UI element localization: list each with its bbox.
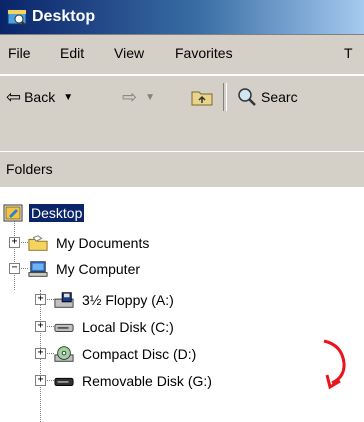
up-folder-icon <box>191 91 213 106</box>
folders-pane-header: Folders <box>0 151 364 188</box>
address-bar-area <box>0 120 364 151</box>
tree-label-desktop: Desktop <box>29 204 85 222</box>
floppy-drive-icon <box>54 292 74 308</box>
window-title: Desktop <box>32 8 96 25</box>
menu-favorites[interactable]: Favorites <box>175 45 233 61</box>
forward-arrow-icon: ⇨ <box>122 86 138 107</box>
menu-view[interactable]: View <box>114 45 144 61</box>
tree-item-floppy[interactable]: 3½ Floppy (A:) <box>54 287 176 313</box>
tree-label-my-documents: My Documents <box>56 235 150 251</box>
folder-tree: Desktop + My Documents − My Computer + 3… <box>0 187 364 422</box>
tree-item-removable-disk[interactable]: Removable Disk (G:) <box>54 368 214 394</box>
expand-toggle[interactable]: + <box>35 321 46 332</box>
annotation-arrow-icon <box>323 339 346 390</box>
expand-toggle[interactable]: + <box>35 375 46 386</box>
my-computer-icon <box>28 261 48 277</box>
tree-item-local-disk[interactable]: Local Disk (C:) <box>54 314 176 340</box>
back-dropdown-icon[interactable]: ▼ <box>63 92 73 103</box>
menu-bar: File Edit View Favorites T <box>0 34 364 75</box>
my-documents-folder-icon <box>28 235 48 251</box>
search-icon <box>238 88 256 106</box>
menu-edit[interactable]: Edit <box>60 45 84 61</box>
tree-label-my-computer: My Computer <box>56 261 141 277</box>
toolbar: ⇦ Back ▼ ⇨ ▼ Searc <box>0 75 364 121</box>
removable-disk-icon <box>54 377 74 386</box>
tree-item-compact-disc[interactable]: Compact Disc (D:) <box>54 341 198 367</box>
back-button[interactable]: ⇦ Back ▼ <box>6 82 73 112</box>
toolbar-separator <box>223 83 227 111</box>
search-label: Searc <box>261 89 298 105</box>
hard-disk-icon <box>54 323 74 332</box>
tree-label-compact-disc: Compact Disc (D:) <box>82 346 197 362</box>
forward-dropdown-icon[interactable]: ▼ <box>145 92 155 103</box>
menu-file[interactable]: File <box>8 45 31 61</box>
desktop-icon <box>3 204 23 222</box>
expand-toggle[interactable]: + <box>35 348 46 359</box>
back-arrow-icon: ⇦ <box>6 86 22 107</box>
tree-item-my-computer[interactable]: My Computer <box>28 256 142 282</box>
explorer-window-icon <box>7 9 27 26</box>
expand-toggle[interactable]: + <box>35 294 46 305</box>
search-button[interactable]: Searc <box>236 82 298 112</box>
folders-title: Folders <box>6 161 53 177</box>
tree-label-local-disk: Local Disk (C:) <box>82 319 174 335</box>
tree-item-my-documents[interactable]: My Documents <box>28 230 151 256</box>
collapse-toggle[interactable]: − <box>9 263 20 274</box>
expand-toggle[interactable]: + <box>9 237 20 248</box>
cd-drive-icon <box>54 346 74 362</box>
up-folder-button[interactable] <box>190 82 214 112</box>
title-bar: Desktop <box>0 0 364 34</box>
back-label: Back <box>24 89 56 105</box>
menu-tools[interactable]: T <box>344 45 353 61</box>
tree-label-floppy: 3½ Floppy (A:) <box>82 292 174 308</box>
tree-item-desktop[interactable]: Desktop <box>3 200 85 226</box>
forward-button[interactable]: ⇨ ▼ <box>122 82 155 112</box>
tree-label-removable-disk: Removable Disk (G:) <box>82 373 212 389</box>
